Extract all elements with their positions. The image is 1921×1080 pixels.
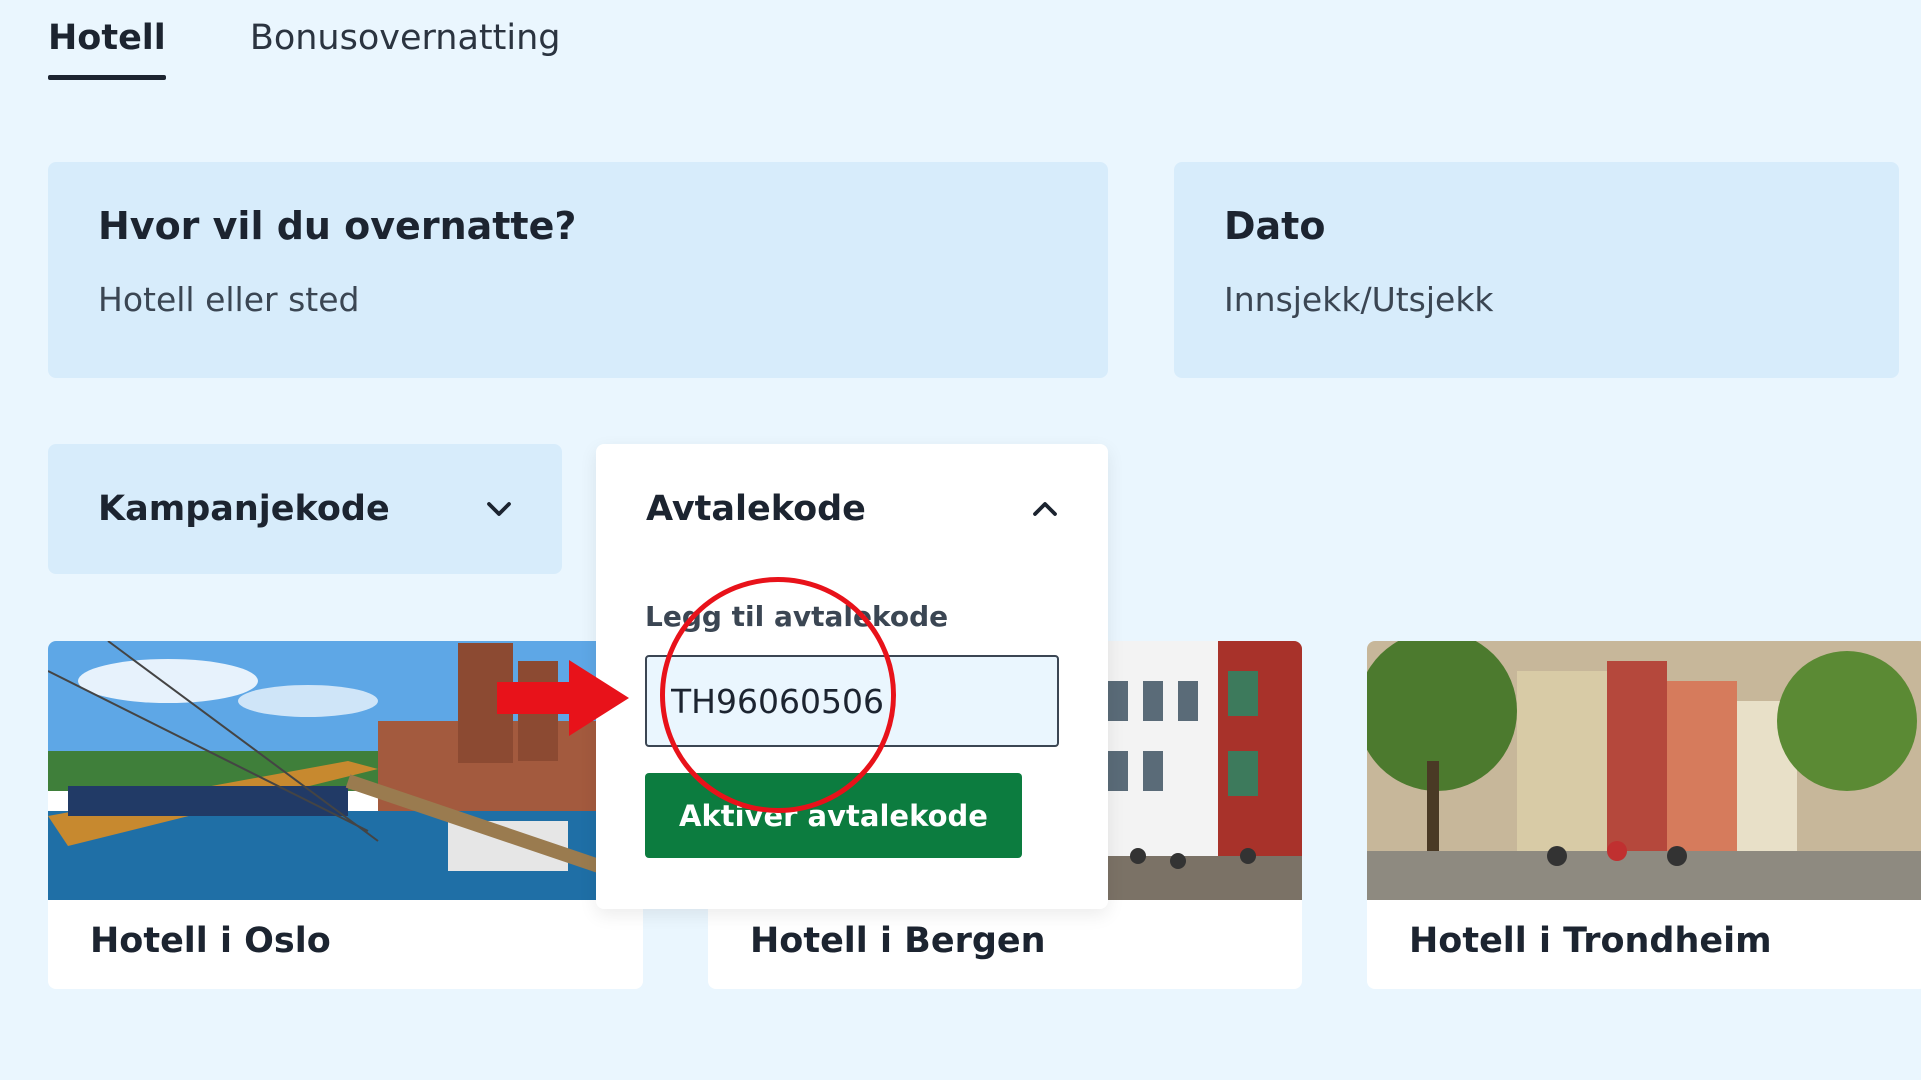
kampanjekode-label: Kampanjekode: [98, 489, 390, 529]
date-label: Dato: [1224, 204, 1326, 248]
card-title: Hotell i Trondheim: [1409, 921, 1772, 961]
card-title: Hotell i Bergen: [750, 921, 1046, 961]
card-hotell-trondheim[interactable]: Hotell i Trondheim: [1367, 641, 1921, 989]
annotation-arrow-icon: [497, 660, 629, 736]
chevron-down-icon: [487, 502, 511, 516]
card-title: Hotell i Oslo: [90, 921, 331, 961]
tab-bar: Hotell Bonusovernatting: [48, 18, 561, 80]
date-placeholder: Innsjekk/Utsjekk: [1224, 280, 1494, 319]
tab-hotell[interactable]: Hotell: [48, 18, 166, 80]
avtalekode-dropdown[interactable]: Avtalekode: [596, 444, 1108, 574]
kampanjekode-dropdown[interactable]: Kampanjekode: [48, 444, 562, 574]
avtalekode-label: Avtalekode: [646, 489, 866, 529]
chevron-up-icon: [1033, 502, 1057, 516]
tab-bonusovernatting[interactable]: Bonusovernatting: [250, 18, 561, 76]
trondheim-image: [1367, 641, 1921, 900]
destination-label: Hvor vil du overnatte?: [98, 204, 577, 248]
destination-placeholder: Hotell eller sted: [98, 280, 360, 319]
destination-field[interactable]: Hvor vil du overnatte? Hotell eller sted: [48, 162, 1108, 378]
date-field[interactable]: Dato Innsjekk/Utsjekk: [1174, 162, 1899, 378]
annotation-circle: [660, 577, 896, 813]
